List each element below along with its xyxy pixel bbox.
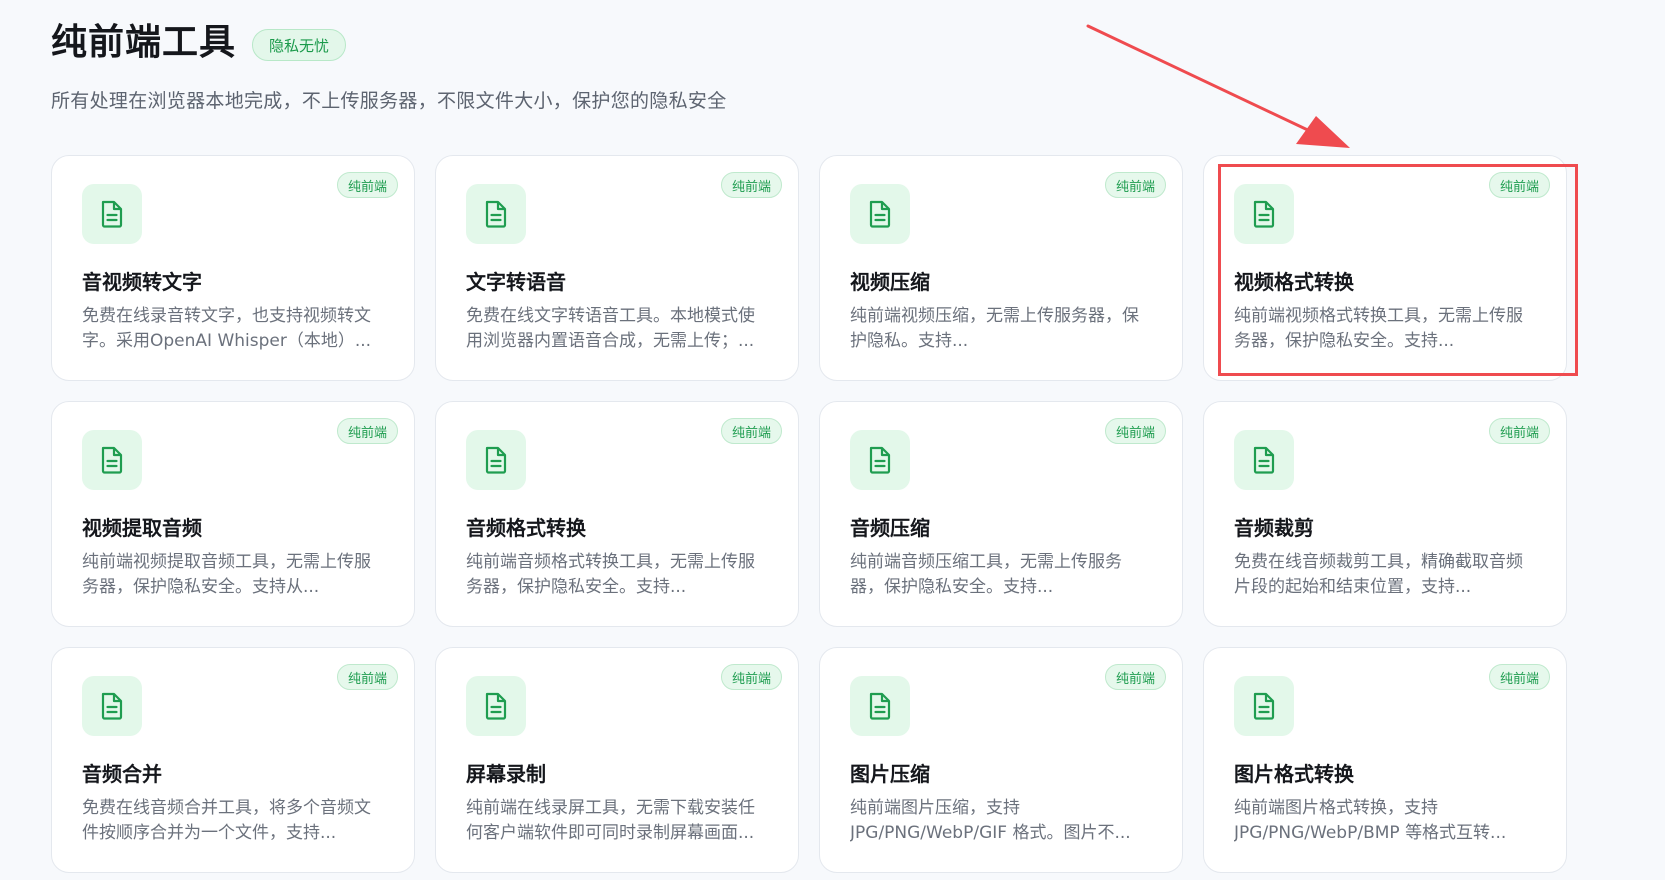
card-title: 屏幕录制 <box>466 762 546 786</box>
document-icon <box>82 676 142 736</box>
tool-card-9[interactable]: 纯前端 音频合并 免费在线音频合并工具，将多个音频文件按顺序合并为一个文件，支持… <box>51 647 415 873</box>
tool-card-4[interactable]: 纯前端 视频格式转换 纯前端视频格式转换工具，无需上传服务器，保护隐私安全。支持… <box>1203 155 1567 381</box>
card-title: 音视频转文字 <box>82 270 202 294</box>
pure-frontend-tag: 纯前端 <box>720 418 782 444</box>
card-description: 纯前端图片格式转换，支持JPG/PNG/WebP/BMP 等格式互转... <box>1234 798 1507 843</box>
card-description: 纯前端视频提取音频工具，无需上传服务器，保护隐私安全。支持从... <box>82 552 371 597</box>
document-icon <box>466 184 526 244</box>
document-icon <box>1234 676 1294 736</box>
pure-frontend-tag: 纯前端 <box>1104 418 1166 444</box>
pure-frontend-tag: 纯前端 <box>336 172 398 198</box>
tool-card-3[interactable]: 纯前端 视频压缩 纯前端视频压缩，无需上传服务器，保护隐私。支持... <box>819 155 1183 381</box>
card-description: 免费在线文字转语音工具。本地模式使用浏览器内置语音合成，无需上传；... <box>466 306 755 351</box>
pure-frontend-tag: 纯前端 <box>720 172 782 198</box>
tool-card-2[interactable]: 纯前端 文字转语音 免费在线文字转语音工具。本地模式使用浏览器内置语音合成，无需… <box>435 155 799 381</box>
card-description: 免费在线音频裁剪工具，精确截取音频片段的起始和结束位置，支持... <box>1234 552 1523 597</box>
page-title: 纯前端工具 <box>51 22 237 63</box>
document-icon <box>1234 430 1294 490</box>
annotation-arrow-icon <box>1086 24 1350 148</box>
card-title: 音频裁剪 <box>1234 516 1314 540</box>
pure-frontend-tag: 纯前端 <box>1488 172 1550 198</box>
privacy-badge: 隐私无忧 <box>252 29 347 61</box>
tool-card-7[interactable]: 纯前端 音频压缩 纯前端音频压缩工具，无需上传服务器，保护隐私安全。支持... <box>819 401 1183 627</box>
card-title: 音频压缩 <box>850 516 930 540</box>
pure-frontend-tag: 纯前端 <box>336 418 398 444</box>
card-title: 视频提取音频 <box>82 516 202 540</box>
card-description: 纯前端图片压缩，支持JPG/PNG/WebP/GIF 格式。图片不... <box>850 798 1131 843</box>
tool-card-8[interactable]: 纯前端 音频裁剪 免费在线音频裁剪工具，精确截取音频片段的起始和结束位置，支持.… <box>1203 401 1567 627</box>
document-icon <box>82 430 142 490</box>
document-icon <box>466 676 526 736</box>
card-description: 纯前端音频格式转换工具，无需上传服务器，保护隐私安全。支持... <box>466 552 755 597</box>
tool-card-5[interactable]: 纯前端 视频提取音频 纯前端视频提取音频工具，无需上传服务器，保护隐私安全。支持… <box>51 401 415 627</box>
card-description: 纯前端视频格式转换工具，无需上传服务器，保护隐私安全。支持... <box>1234 306 1523 351</box>
tool-card-11[interactable]: 纯前端 图片压缩 纯前端图片压缩，支持JPG/PNG/WebP/GIF 格式。图… <box>819 647 1183 873</box>
card-description: 纯前端视频压缩，无需上传服务器，保护隐私。支持... <box>850 306 1139 351</box>
pure-frontend-tag: 纯前端 <box>336 664 398 690</box>
tool-card-6[interactable]: 纯前端 音频格式转换 纯前端音频格式转换工具，无需上传服务器，保护隐私安全。支持… <box>435 401 799 627</box>
document-icon <box>850 184 910 244</box>
title-row: 纯前端工具 隐私无忧 <box>51 18 727 68</box>
document-icon <box>1234 184 1294 244</box>
pure-frontend-tag: 纯前端 <box>1488 418 1550 444</box>
pure-frontend-tag: 纯前端 <box>1104 664 1166 690</box>
card-title: 文字转语音 <box>466 270 566 294</box>
card-title: 视频压缩 <box>850 270 930 294</box>
card-description: 纯前端在线录屏工具，无需下载安装任何客户端软件即可同时录制屏幕画面... <box>466 798 755 843</box>
tool-card-10[interactable]: 纯前端 屏幕录制 纯前端在线录屏工具，无需下载安装任何客户端软件即可同时录制屏幕… <box>435 647 799 873</box>
pure-frontend-tag: 纯前端 <box>1104 172 1166 198</box>
document-icon <box>82 184 142 244</box>
card-description: 纯前端音频压缩工具，无需上传服务器，保护隐私安全。支持... <box>850 552 1122 597</box>
tool-card-12[interactable]: 纯前端 图片格式转换 纯前端图片格式转换，支持JPG/PNG/WebP/BMP … <box>1203 647 1567 873</box>
tool-card-1[interactable]: 纯前端 音视频转文字 免费在线录音转文字，也支持视频转文字。采用OpenAI W… <box>51 155 415 381</box>
page-subtitle: 所有处理在浏览器本地完成，不上传服务器，不限文件大小，保护您的隐私安全 <box>51 90 727 112</box>
pure-frontend-tag: 纯前端 <box>1488 664 1550 690</box>
page-header: 纯前端工具 隐私无忧 所有处理在浏览器本地完成，不上传服务器，不限文件大小，保护… <box>51 18 727 113</box>
document-icon <box>850 676 910 736</box>
card-title: 音频合并 <box>82 762 162 786</box>
card-title: 音频格式转换 <box>466 516 586 540</box>
card-description: 免费在线录音转文字，也支持视频转文字。采用OpenAI Whisper（本地）.… <box>82 306 372 351</box>
card-title: 视频格式转换 <box>1234 270 1354 294</box>
card-title: 图片格式转换 <box>1234 762 1354 786</box>
tool-grid: 纯前端 音视频转文字 免费在线录音转文字，也支持视频转文字。采用OpenAI W… <box>51 155 1567 873</box>
document-icon <box>850 430 910 490</box>
pure-frontend-tag: 纯前端 <box>720 664 782 690</box>
document-icon <box>466 430 526 490</box>
card-description: 免费在线音频合并工具，将多个音频文件按顺序合并为一个文件，支持... <box>82 798 371 843</box>
card-title: 图片压缩 <box>850 762 930 786</box>
